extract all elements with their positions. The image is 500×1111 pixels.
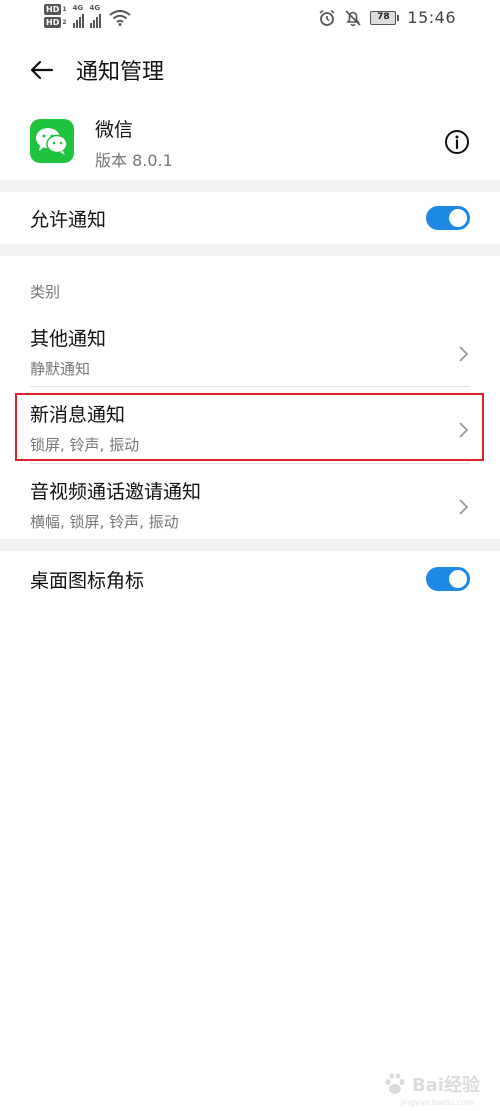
info-icon[interactable] [444,129,470,155]
category-subtitle: 横幅, 锁屏, 铃声, 振动 [30,513,179,531]
badge-setting-row[interactable]: 桌面图标角标 [0,548,500,608]
signal-icon-2: 4G [89,4,101,28]
app-name: 微信 [95,119,134,141]
hd-badge-2: HD 2 [44,17,67,28]
divider [30,463,470,464]
badge-setting-switch[interactable] [426,567,470,591]
signal-icon-1: 4G [72,4,84,28]
chevron-right-icon [459,346,469,362]
category-subtitle: 静默通知 [30,360,91,378]
allow-notifications-row[interactable]: 允许通知 [0,187,500,247]
status-right: 78 15:46 [318,8,456,27]
allow-notifications-switch[interactable] [426,206,470,230]
highlight-box [15,393,484,461]
chevron-right-icon [459,499,469,515]
paw-logo-icon [385,1073,405,1094]
hd-badge-1: HD 1 [44,4,67,15]
header: 通知管理 [0,50,500,90]
back-button[interactable] [28,56,56,84]
badge-setting-label: 桌面图标角标 [30,570,145,592]
page-title: 通知管理 [76,60,165,85]
allow-notifications-label: 允许通知 [30,209,107,231]
app-version: 版本 8.0.1 [95,151,173,170]
category-item-av-call-invite[interactable]: 音视频通话邀请通知 横幅, 锁屏, 铃声, 振动 [30,469,470,545]
battery-icon: 78 [370,10,400,25]
baidu-watermark: Bai经验 jingyan.baidu.com [382,1071,480,1107]
app-info-row: 微信 版本 8.0.1 [0,105,500,177]
category-item-other[interactable]: 其他通知 静默通知 [30,316,470,392]
category-section-label: 类别 [30,283,61,301]
wechat-app-icon [30,119,74,163]
back-arrow-icon [30,60,54,80]
status-left: HD 1 HD 2 4G 4G [44,4,131,34]
category-title: 其他通知 [30,328,107,350]
category-title: 音视频通话邀请通知 [30,481,202,503]
mute-notification-icon [345,9,361,26]
section-gap [0,244,500,256]
clock: 15:46 [407,8,456,27]
wechat-logo-icon [36,128,68,155]
alarm-icon [319,9,335,26]
divider [30,386,470,387]
wifi-icon [108,10,131,26]
status-bar: HD 1 HD 2 4G 4G 78 15:46 [0,0,500,38]
